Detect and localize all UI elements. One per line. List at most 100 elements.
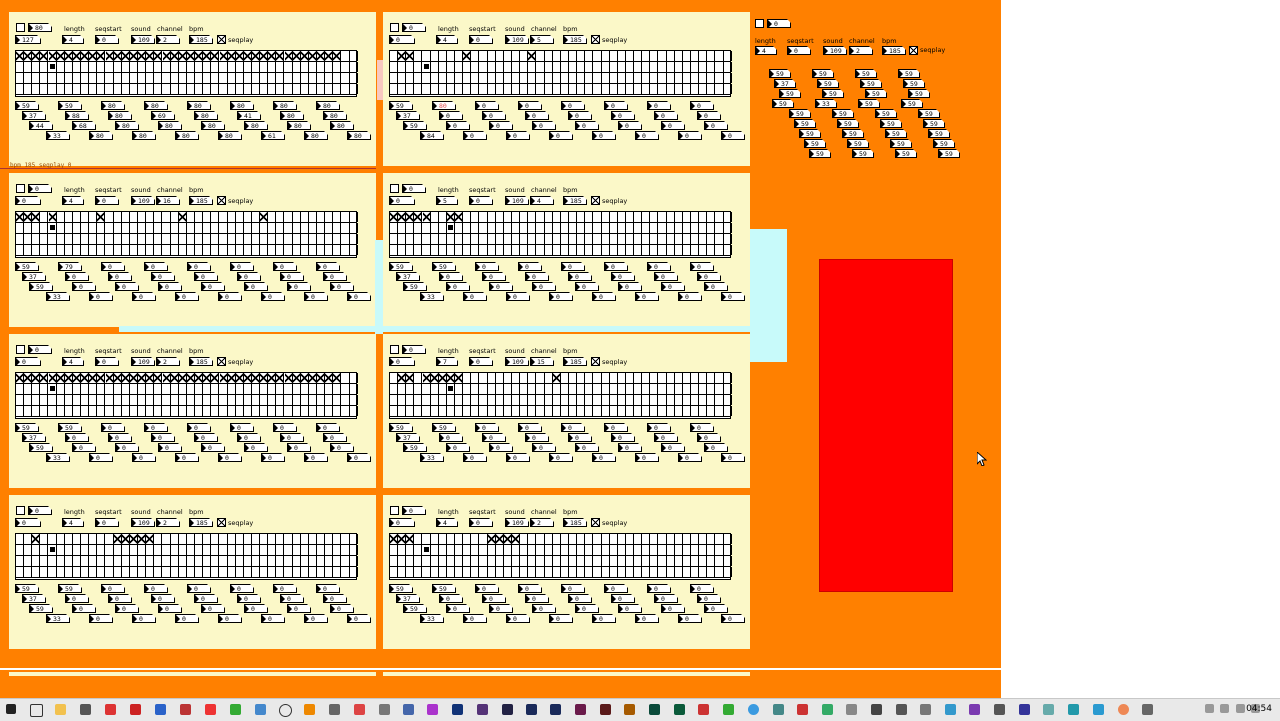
app-icon[interactable] [1118,704,1129,715]
step-cell[interactable] [496,373,504,383]
step-cell[interactable] [97,406,106,416]
step-cell[interactable] [650,212,659,222]
step-cell[interactable] [642,534,651,544]
step-cell[interactable] [585,234,594,244]
step-cell[interactable] [333,245,342,255]
step-cell[interactable] [89,556,98,566]
step-cell[interactable] [585,567,594,577]
note-number-box[interactable]: 0 [108,433,132,442]
step-cell[interactable] [438,373,447,383]
step-cell[interactable] [569,51,578,61]
step-cell[interactable] [81,567,90,577]
note-number-box[interactable]: 0 [115,282,139,291]
step-cell[interactable] [65,62,73,72]
length-value-number[interactable]: 7 [436,357,458,366]
step-cell[interactable] [699,212,708,222]
note-number-box[interactable]: 0 [475,101,499,110]
step-cell[interactable] [439,556,447,566]
step-cell[interactable] [171,245,179,255]
step-cell[interactable] [325,406,334,416]
step-cell[interactable] [97,556,106,566]
step-cell[interactable] [447,534,455,544]
step-cell[interactable] [553,212,561,222]
step-cell[interactable] [106,567,114,577]
step-cell[interactable] [561,212,569,222]
step-cell[interactable] [423,406,431,416]
note-number-box[interactable]: 59 [432,584,456,593]
step-cell[interactable] [178,51,187,61]
step-cell[interactable] [724,51,732,61]
step-cell[interactable] [65,534,73,544]
top-number-box[interactable]: 0 [402,506,426,515]
note-number-box[interactable]: 0 [304,292,328,301]
note-number-box[interactable]: 0 [654,111,678,120]
note-number-box[interactable]: 0 [575,443,599,452]
step-cell[interactable] [89,567,98,577]
step-cell[interactable] [634,234,643,244]
step-cell[interactable] [569,567,578,577]
step-cell[interactable] [699,395,708,405]
step-cell[interactable] [659,395,667,405]
step-cell[interactable] [447,245,455,255]
note-number-box[interactable]: 0 [89,292,113,301]
step-cell[interactable] [650,234,659,244]
step-cell[interactable] [610,62,618,72]
step-cell[interactable] [488,384,496,394]
step-cell[interactable] [130,212,138,222]
step-cell[interactable] [325,223,334,233]
step-cell[interactable] [512,373,521,383]
step-cell[interactable] [129,373,138,383]
note-number-box[interactable]: 0 [347,453,371,462]
note-number-box[interactable]: 61 [261,131,285,140]
step-cell[interactable] [170,51,179,61]
step-cell[interactable] [309,384,318,394]
note-number-box[interactable]: 0 [592,453,616,462]
step-cell[interactable] [683,534,692,544]
step-cell[interactable] [707,384,716,394]
step-cell[interactable] [634,567,643,577]
step-cell[interactable] [471,534,480,544]
note-number-box[interactable]: 0 [561,262,585,271]
step-cell[interactable] [520,73,529,83]
step-cell[interactable] [195,556,204,566]
step-cell[interactable] [24,556,33,566]
step-cell[interactable] [49,84,57,94]
note-number-box[interactable]: 80 [347,131,371,140]
step-cell[interactable] [447,395,455,405]
step-cell[interactable] [618,534,626,544]
step-cell[interactable] [106,556,114,566]
note-number-box[interactable]: 80 [304,131,328,140]
step-cell[interactable] [268,373,277,383]
step-cell[interactable] [342,395,350,405]
step-cell[interactable] [163,567,171,577]
step-cell[interactable] [496,567,504,577]
step-cell[interactable] [390,62,398,72]
step-cell[interactable] [577,395,586,405]
step-cell[interactable] [504,373,512,383]
step-cell[interactable] [203,545,212,555]
step-cell[interactable] [203,51,212,61]
step-cell[interactable] [203,567,212,577]
step-cell[interactable] [618,62,626,72]
step-cell[interactable] [81,73,90,83]
step-cell[interactable] [268,223,277,233]
step-cell[interactable] [293,567,301,577]
step-cell[interactable] [220,84,228,94]
step-cell[interactable] [431,567,439,577]
step-cell[interactable] [480,556,488,566]
step-cell[interactable] [390,245,398,255]
step-cell[interactable] [49,245,57,255]
step-cell[interactable] [390,545,398,555]
step-cell[interactable] [642,406,651,416]
note-number-box[interactable]: 0 [618,443,642,452]
step-cell[interactable] [276,62,285,72]
step-cell[interactable] [122,212,130,222]
step-cell[interactable] [520,51,529,61]
note-number-box[interactable]: 0 [506,292,530,301]
step-cell[interactable] [537,373,545,383]
step-cell[interactable] [626,567,635,577]
step-cell[interactable] [342,545,350,555]
step-cell[interactable] [610,384,618,394]
step-cell[interactable] [89,545,98,555]
length-value-number[interactable]: 4 [62,357,84,366]
